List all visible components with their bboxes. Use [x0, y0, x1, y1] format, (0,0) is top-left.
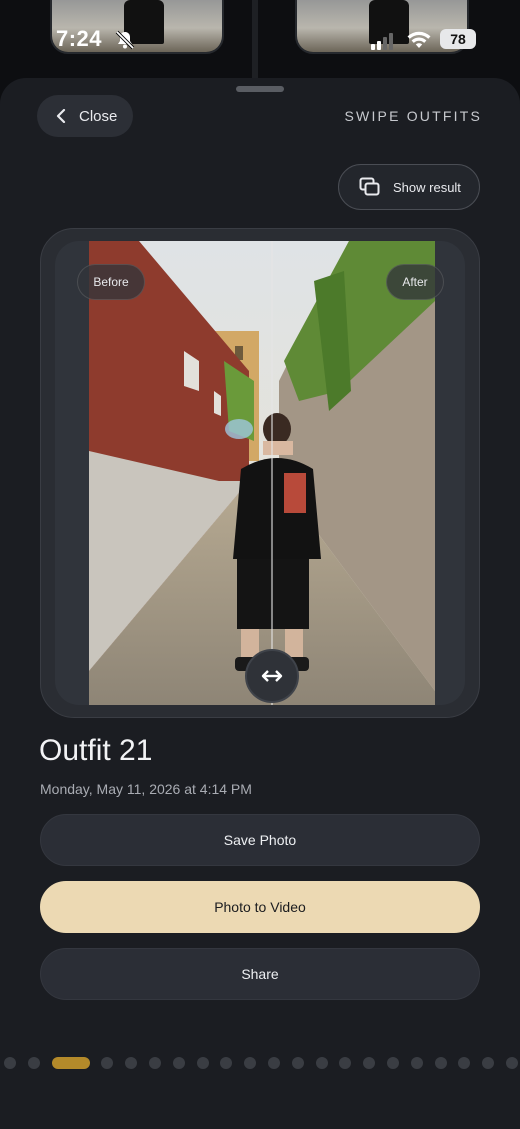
save-photo-label: Save Photo	[223, 832, 297, 848]
bell-slash-icon	[115, 30, 135, 50]
compare-slider-handle[interactable]	[245, 649, 300, 703]
overlap-squares-icon	[359, 177, 380, 196]
page-dot[interactable]	[506, 1057, 518, 1069]
page-dot[interactable]	[125, 1057, 138, 1069]
page-dot-active[interactable]	[51, 1057, 90, 1069]
photo-to-video-label: Photo to Video	[214, 899, 306, 915]
close-button[interactable]: Close	[37, 95, 133, 137]
page-dot[interactable]	[196, 1057, 209, 1069]
save-photo-button[interactable]: Save Photo	[40, 814, 480, 866]
sheet-title: SWIPE OUTFITS	[344, 108, 482, 124]
chevron-left-icon	[56, 109, 66, 123]
page-dot[interactable]	[291, 1057, 304, 1069]
outfit-photo[interactable]	[89, 241, 435, 705]
wifi-icon	[407, 31, 431, 48]
share-label: Share	[241, 966, 279, 982]
after-label: After	[386, 264, 444, 300]
alley-photo-illustration	[89, 241, 435, 705]
page-dot[interactable]	[410, 1057, 423, 1069]
battery-indicator: 78	[440, 29, 476, 49]
page-dot[interactable]	[315, 1057, 328, 1069]
sheet-grabber[interactable]	[236, 86, 284, 92]
cellular-signal-icon	[371, 33, 393, 50]
show-result-button[interactable]: Show result	[338, 164, 480, 210]
page-dot[interactable]	[268, 1057, 280, 1069]
double-arrow-horizontal-icon	[262, 670, 283, 682]
page-dot[interactable]	[482, 1057, 495, 1069]
swipe-outfits-sheet: Close SWIPE OUTFITS Show result Before A…	[0, 78, 520, 1129]
compare-divider-line	[271, 241, 274, 705]
page-dot[interactable]	[4, 1057, 16, 1069]
share-button[interactable]: Share	[40, 948, 480, 1000]
before-after-compare: Before After	[40, 228, 480, 718]
page-dot[interactable]	[339, 1057, 352, 1069]
page-dot[interactable]	[172, 1057, 185, 1069]
show-result-label: Show result	[393, 179, 461, 195]
page-dot[interactable]	[27, 1057, 40, 1069]
status-bar: 7:24 78	[0, 24, 520, 56]
page-dot[interactable]	[387, 1057, 399, 1069]
page-dot[interactable]	[101, 1057, 114, 1069]
page-dot[interactable]	[220, 1057, 233, 1069]
page-dot[interactable]	[458, 1057, 471, 1069]
outfit-title: Outfit 21	[39, 734, 153, 767]
close-label: Close	[79, 107, 118, 125]
page-dot[interactable]	[434, 1057, 447, 1069]
page-dot[interactable]	[363, 1057, 376, 1069]
photo-to-video-button[interactable]: Photo to Video	[40, 881, 480, 933]
page-indicator	[0, 1057, 520, 1071]
outfit-date: Monday, May 11, 2026 at 4:14 PM	[40, 781, 252, 797]
status-time: 7:24	[56, 26, 103, 51]
page-dot[interactable]	[149, 1057, 161, 1069]
before-label: Before	[77, 264, 145, 300]
page-dot[interactable]	[244, 1057, 257, 1069]
